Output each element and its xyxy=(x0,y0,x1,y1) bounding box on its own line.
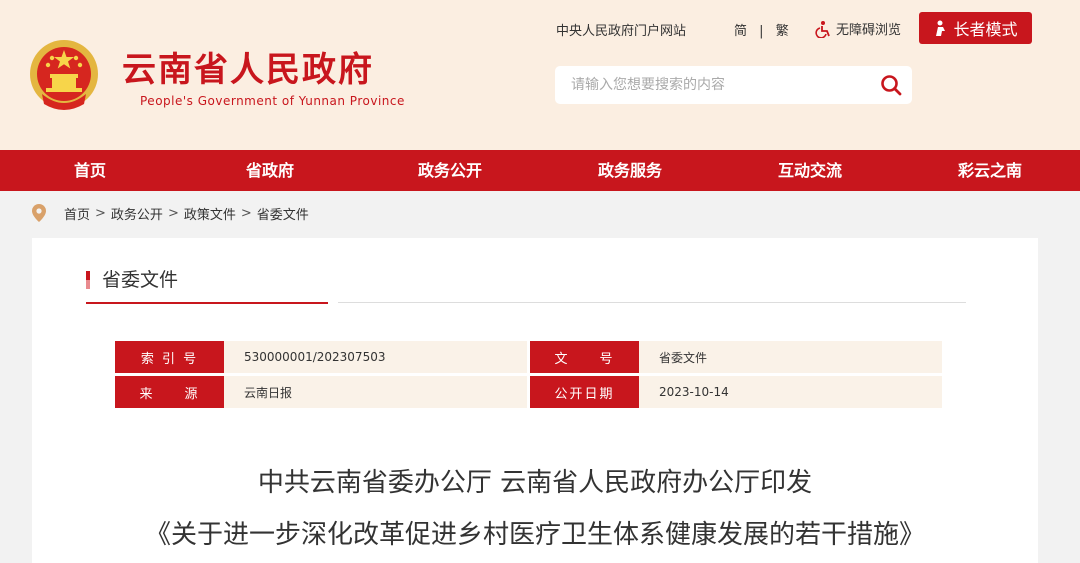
site-title[interactable]: 云南省人民政府 xyxy=(122,50,374,90)
breadcrumb-government-affairs[interactable]: 政务公开 xyxy=(111,204,163,223)
main-nav: 首页 省政府 政务公开 政务服务 互动交流 彩云之南 xyxy=(0,150,1080,191)
search-icon[interactable] xyxy=(880,74,902,96)
document-number-label: 文 号 xyxy=(530,341,639,373)
section-divider xyxy=(338,302,966,303)
breadcrumb-separator: > xyxy=(167,205,179,221)
index-number-label: 索 引 号 xyxy=(115,341,224,373)
simplified-chinese-link[interactable]: 简 xyxy=(734,24,747,39)
central-government-portal-link[interactable]: 中央人民政府门户网站 xyxy=(556,20,686,39)
wheelchair-icon xyxy=(815,20,830,38)
site-subtitle: People's Government of Yunnan Province xyxy=(140,94,405,108)
national-emblem-icon[interactable] xyxy=(28,38,100,114)
traditional-chinese-link[interactable]: 繁 xyxy=(776,24,789,39)
document-title-line-2: 《关于进一步深化改革促进乡村医疗卫生体系健康发展的若干措施》 xyxy=(144,520,925,550)
nav-item-government-services[interactable]: 政务服务 xyxy=(540,150,720,191)
content-panel: 省委文件 索 引 号 530000001/202307503 文 号 省委文件 … xyxy=(32,238,1038,563)
document-number-value: 省委文件 xyxy=(639,341,942,373)
publish-date-label: 公开日期 xyxy=(530,376,639,408)
publish-date-value: 2023-10-14 xyxy=(639,376,942,408)
nav-item-colorful-yunnan[interactable]: 彩云之南 xyxy=(900,150,1080,191)
nav-item-home[interactable]: 首页 xyxy=(0,150,180,191)
source-label: 来 源 xyxy=(115,376,224,408)
index-number-value: 530000001/202307503 xyxy=(224,341,527,373)
document-metadata-table: 索 引 号 530000001/202307503 文 号 省委文件 来 源 云… xyxy=(115,341,942,411)
section-title: 省委文件 xyxy=(86,268,178,292)
elder-mode-button[interactable]: 长者模式 xyxy=(919,12,1032,44)
search-box xyxy=(555,66,912,104)
nav-item-interaction[interactable]: 互动交流 xyxy=(720,150,900,191)
language-switch: 简 | 繁 xyxy=(730,20,793,39)
table-row: 来 源 云南日报 公开日期 2023-10-14 xyxy=(115,376,942,408)
breadcrumb: 首页 > 政务公开 > 政策文件 > 省委文件 xyxy=(32,202,309,224)
breadcrumb-provincial-committee-documents[interactable]: 省委文件 xyxy=(257,204,309,223)
document-title-line-1: 中共云南省委办公厅 云南省人民政府办公厅印发 xyxy=(257,468,813,498)
elder-person-icon xyxy=(936,20,946,36)
table-row: 索 引 号 530000001/202307503 文 号 省委文件 xyxy=(115,341,942,373)
elder-mode-label: 长者模式 xyxy=(953,20,1018,39)
breadcrumb-policy-documents[interactable]: 政策文件 xyxy=(184,204,236,223)
site-header: 云南省人民政府 People's Government of Yunnan Pr… xyxy=(0,0,1080,150)
nav-item-government-affairs-disclosure[interactable]: 政务公开 xyxy=(360,150,540,191)
nav-item-provincial-government[interactable]: 省政府 xyxy=(180,150,360,191)
breadcrumb-separator: > xyxy=(240,205,252,221)
accessibility-label: 无障碍浏览 xyxy=(836,23,902,38)
location-pin-icon xyxy=(32,204,46,222)
breadcrumb-home[interactable]: 首页 xyxy=(64,204,90,223)
section-title-underline xyxy=(86,302,328,304)
search-input[interactable] xyxy=(555,66,865,104)
source-value: 云南日报 xyxy=(224,376,527,408)
breadcrumb-separator: > xyxy=(95,205,106,221)
accessibility-link[interactable]: 无障碍浏览 xyxy=(815,19,901,38)
language-separator: | xyxy=(759,24,764,39)
